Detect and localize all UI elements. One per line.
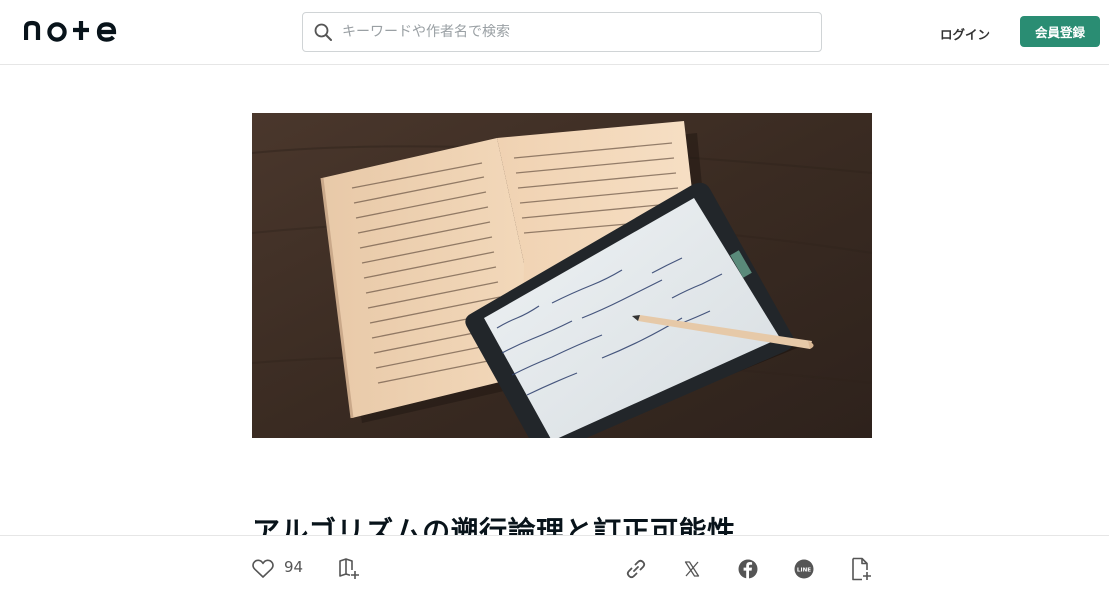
line-icon-label: LINE: [797, 567, 811, 573]
search-icon: [314, 23, 332, 41]
action-bar: 94 LINE: [0, 535, 1109, 600]
link-icon: [626, 559, 646, 579]
share-line-button[interactable]: LINE: [792, 556, 816, 582]
hero-image: [252, 113, 872, 438]
note-add-icon: [852, 557, 871, 581]
share-x-button[interactable]: [680, 556, 704, 582]
facebook-icon: [738, 559, 758, 579]
login-button[interactable]: ログイン: [928, 20, 1002, 44]
search-box[interactable]: [302, 12, 822, 52]
like-count: 94: [284, 558, 304, 576]
note-logo[interactable]: [24, 16, 122, 46]
note-logo-mark: [24, 20, 117, 42]
x-icon: [684, 561, 700, 577]
magazine-add-icon: [339, 558, 359, 579]
site-header: ログイン 会員登録: [0, 0, 1109, 65]
signup-button[interactable]: 会員登録: [1020, 16, 1100, 47]
like-button[interactable]: [250, 556, 276, 582]
share-facebook-button[interactable]: [736, 556, 760, 582]
line-icon: LINE: [794, 559, 814, 579]
magazine-add-button[interactable]: [336, 556, 362, 582]
search-input[interactable]: [342, 24, 802, 40]
note-add-button[interactable]: [848, 556, 874, 582]
copy-link-button[interactable]: [623, 556, 649, 582]
heart-icon: [252, 559, 274, 578]
